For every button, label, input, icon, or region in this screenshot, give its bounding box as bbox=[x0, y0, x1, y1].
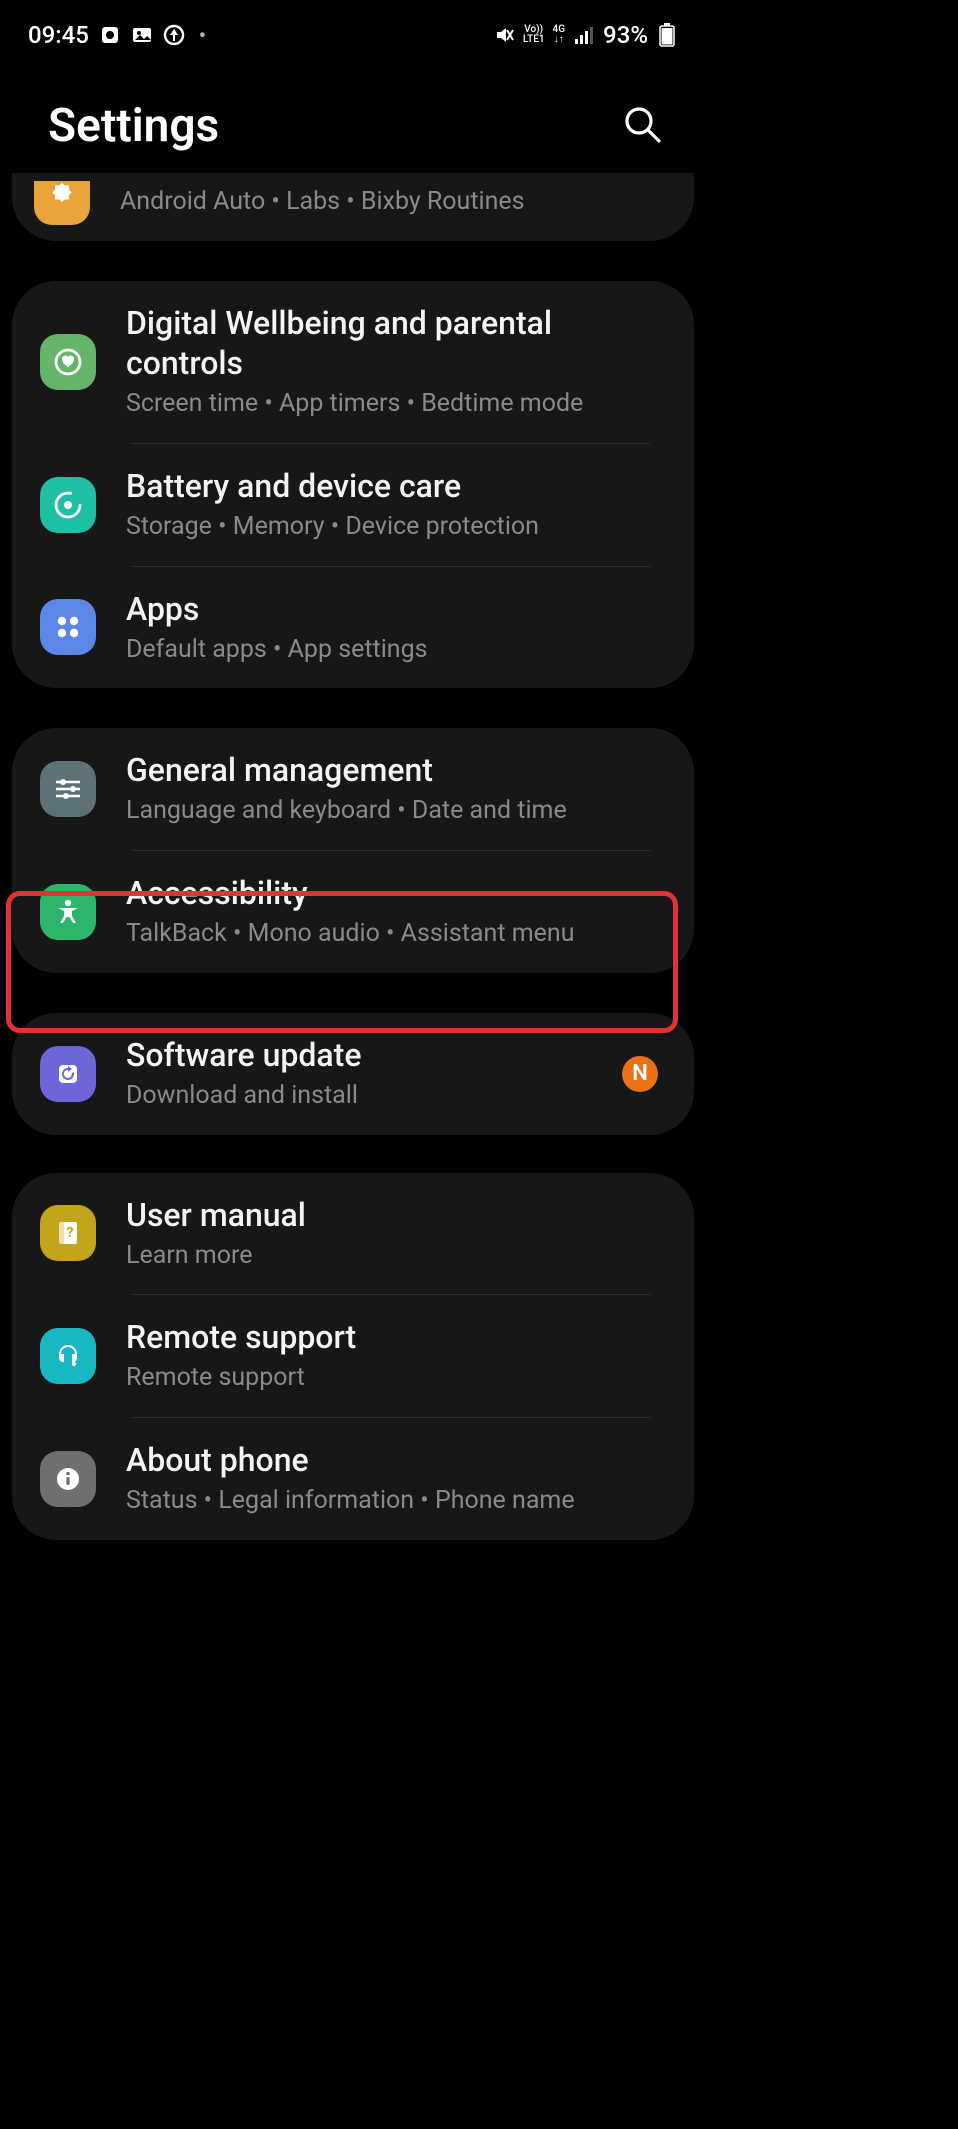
battery-title: Battery and device care bbox=[126, 466, 670, 506]
apps-subtitle: Default apps • App settings bbox=[126, 633, 670, 667]
notification-badge: N bbox=[622, 1056, 658, 1092]
settings-group-2: Software update Download and install N bbox=[12, 1013, 694, 1135]
settings-group-0: Digital Wellbeing and parental controls … bbox=[12, 281, 694, 688]
status-dot-icon: • bbox=[195, 23, 206, 47]
settings-item-general-management[interactable]: General management Language and keyboard… bbox=[12, 728, 694, 850]
network-indicator: 4G ↓↑ bbox=[553, 25, 566, 45]
general-management-subtitle: Language and keyboard • Date and time bbox=[126, 794, 670, 828]
apps-title: Apps bbox=[126, 589, 670, 629]
remote-support-title: Remote support bbox=[126, 1317, 670, 1357]
update-icon bbox=[163, 24, 185, 46]
battery-percent: 93% bbox=[603, 21, 648, 49]
settings-item-user-manual[interactable]: ? User manual Learn more bbox=[12, 1173, 694, 1295]
user-manual-title: User manual bbox=[126, 1195, 670, 1235]
about-phone-subtitle: Status • Legal information • Phone name bbox=[126, 1484, 670, 1518]
svg-text:?: ? bbox=[67, 1225, 74, 1241]
signal-icon bbox=[573, 24, 595, 46]
search-icon bbox=[620, 102, 664, 146]
settings-item-battery[interactable]: Battery and device care Storage • Memory… bbox=[12, 444, 694, 566]
settings-item-software-update[interactable]: Software update Download and install N bbox=[12, 1013, 694, 1135]
volte-indicator: Vo)) LTE1 bbox=[523, 25, 545, 45]
settings-group-3: ? User manual Learn more Remote support … bbox=[12, 1173, 694, 1540]
apps-icon bbox=[40, 599, 96, 655]
wellbeing-title: Digital Wellbeing and parental controls bbox=[126, 303, 670, 383]
mute-icon bbox=[493, 24, 515, 46]
accessibility-title: Accessibility bbox=[126, 873, 670, 913]
general-management-icon bbox=[40, 761, 96, 817]
settings-group-advanced: Android Auto • Labs • Bixby Routines bbox=[12, 173, 694, 241]
status-icon-app1 bbox=[99, 24, 121, 46]
settings-item-remote-support[interactable]: Remote support Remote support bbox=[12, 1295, 694, 1417]
settings-group-1: General management Language and keyboard… bbox=[12, 728, 694, 973]
gallery-icon bbox=[131, 24, 153, 46]
about-phone-icon bbox=[40, 1451, 96, 1507]
page-title: Settings bbox=[48, 99, 219, 153]
settings-item-apps[interactable]: Apps Default apps • App settings bbox=[12, 567, 694, 689]
search-button[interactable] bbox=[614, 96, 670, 155]
about-phone-title: About phone bbox=[126, 1440, 670, 1480]
advanced-features-icon bbox=[34, 181, 90, 225]
settings-item-advanced-features[interactable]: Android Auto • Labs • Bixby Routines bbox=[12, 173, 694, 233]
settings-item-accessibility[interactable]: Accessibility TalkBack • Mono audio • As… bbox=[12, 851, 694, 973]
battery-subtitle: Storage • Memory • Device protection bbox=[126, 510, 670, 544]
battery-icon bbox=[656, 24, 678, 46]
general-management-title: General management bbox=[126, 750, 670, 790]
settings-item-about-phone[interactable]: About phone Status • Legal information •… bbox=[12, 1418, 694, 1540]
remote-support-subtitle: Remote support bbox=[126, 1361, 670, 1395]
settings-item-wellbeing[interactable]: Digital Wellbeing and parental controls … bbox=[12, 281, 694, 443]
user-manual-subtitle: Learn more bbox=[126, 1239, 670, 1273]
accessibility-subtitle: TalkBack • Mono audio • Assistant menu bbox=[126, 917, 670, 951]
software-update-icon bbox=[40, 1046, 96, 1102]
software-update-subtitle: Download and install bbox=[126, 1079, 592, 1113]
remote-support-icon bbox=[40, 1328, 96, 1384]
settings-header: Settings bbox=[0, 56, 706, 173]
status-bar: 09:45 • Vo)) LTE1 4G ↓↑ bbox=[0, 0, 706, 56]
advanced-features-subtitle: Android Auto • Labs • Bixby Routines bbox=[120, 185, 525, 225]
wellbeing-subtitle: Screen time • App timers • Bedtime mode bbox=[126, 387, 670, 421]
user-manual-icon: ? bbox=[40, 1205, 96, 1261]
status-time: 09:45 bbox=[28, 21, 89, 49]
wellbeing-icon bbox=[40, 334, 96, 390]
battery-care-icon bbox=[40, 477, 96, 533]
software-update-title: Software update bbox=[126, 1035, 592, 1075]
accessibility-icon bbox=[40, 884, 96, 940]
